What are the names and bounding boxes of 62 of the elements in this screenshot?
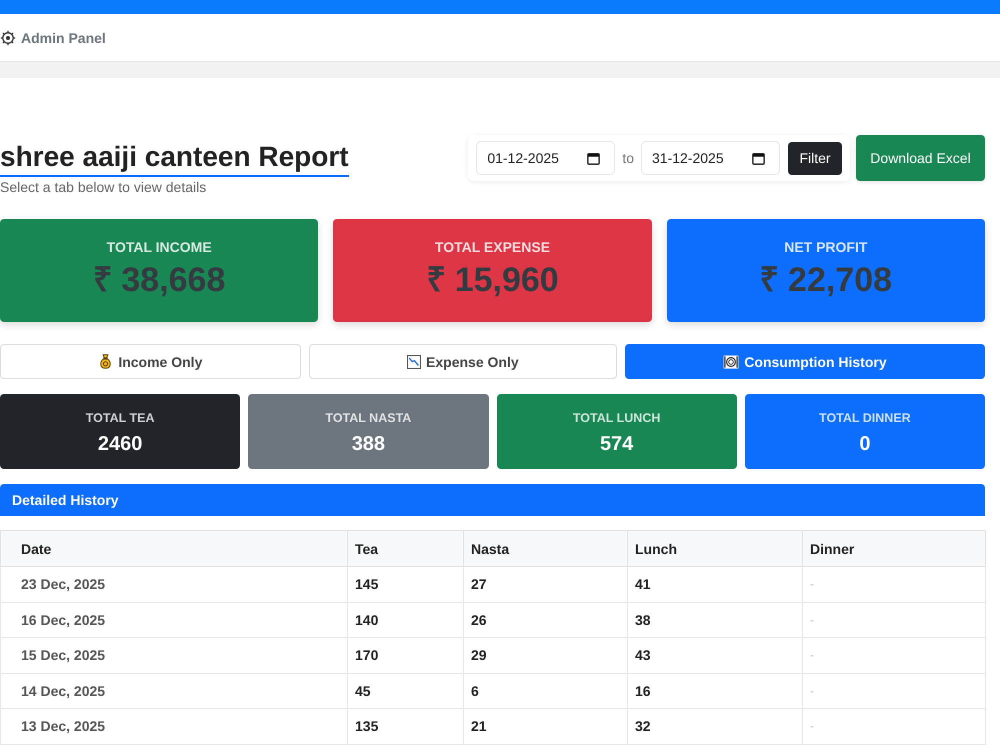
card-value: ₹ 38,668	[92, 260, 226, 300]
column-header: Lunch	[628, 530, 802, 566]
table-cell: 29	[464, 638, 628, 673]
table-cell: -	[802, 566, 986, 602]
table-cell: -	[802, 638, 986, 673]
table-cell: 21	[464, 708, 628, 744]
table-cell: 41	[628, 566, 802, 602]
table-cell: 43	[628, 638, 802, 673]
calendar-icon[interactable]	[587, 152, 600, 164]
table-cell: 45	[348, 673, 464, 708]
column-header: Dinner	[802, 530, 986, 566]
card-label: TOTAL EXPENSE	[434, 239, 552, 256]
card-value: 0	[858, 432, 872, 456]
card-value: ₹ 15,960	[425, 260, 560, 300]
card-label: TOTAL TEA	[84, 411, 156, 426]
card-label: NET PROFIT	[783, 239, 868, 256]
column-header: Nasta	[464, 530, 628, 566]
table-cell: 6	[464, 673, 628, 708]
chart-decreasing-icon	[407, 354, 422, 368]
filter-button[interactable]: Filter	[788, 142, 842, 174]
table-cell: 26	[464, 602, 628, 638]
money-bag-icon	[98, 354, 114, 369]
table-cell: 15 Dec, 2025	[0, 638, 348, 673]
table-cell: 16	[628, 673, 802, 708]
date-field[interactable]: 31-12-2025	[641, 141, 780, 175]
table-cell: 145	[348, 566, 464, 602]
table-cell: -	[802, 708, 986, 744]
table-cell: 16 Dec, 2025	[0, 602, 348, 638]
table-cell: 27	[464, 566, 628, 602]
report-subtitle: Select a tab below to view details	[0, 179, 206, 195]
table-cell: 13 Dec, 2025	[0, 708, 348, 744]
calendar-icon[interactable]	[752, 152, 765, 164]
card-label: TOTAL DINNER	[818, 411, 912, 426]
card-value: 574	[598, 432, 634, 456]
card-value: 2460	[96, 432, 144, 456]
table-cell: 23 Dec, 2025	[0, 566, 348, 602]
column-header: Tea	[348, 530, 464, 566]
card-value: 388	[350, 432, 386, 456]
table-cell: 14 Dec, 2025	[0, 673, 348, 708]
table-cell: 170	[348, 638, 464, 673]
table-cell: 38	[628, 602, 802, 638]
date-field[interactable]: 01-12-2025	[476, 141, 616, 175]
tab[interactable]: Income Only	[0, 344, 301, 379]
card-value: ₹ 22,708	[758, 260, 894, 300]
section-header: Detailed History	[0, 484, 985, 516]
card-label: TOTAL NASTA	[324, 411, 412, 426]
separator-text: to	[622, 150, 634, 166]
tab[interactable]: Expense Only	[308, 344, 617, 379]
tab[interactable]: Consumption History	[624, 344, 985, 379]
table-cell: 32	[628, 708, 802, 744]
table-cell: 135	[348, 708, 464, 744]
brand-link[interactable]: Admin Panel	[0, 30, 106, 46]
card-label: TOTAL INCOME	[106, 239, 213, 256]
plate-cutlery-icon	[723, 354, 740, 368]
gear-icon	[0, 30, 16, 46]
download-excel-button[interactable]: Download Excel	[856, 135, 985, 181]
card-label: TOTAL LUNCH	[572, 411, 662, 426]
table-cell: -	[802, 673, 986, 708]
table-cell: 140	[348, 602, 464, 638]
report-title: shree aaiji canteen Report	[0, 140, 349, 177]
table-cell: -	[802, 602, 986, 638]
column-header: Date	[0, 530, 348, 566]
